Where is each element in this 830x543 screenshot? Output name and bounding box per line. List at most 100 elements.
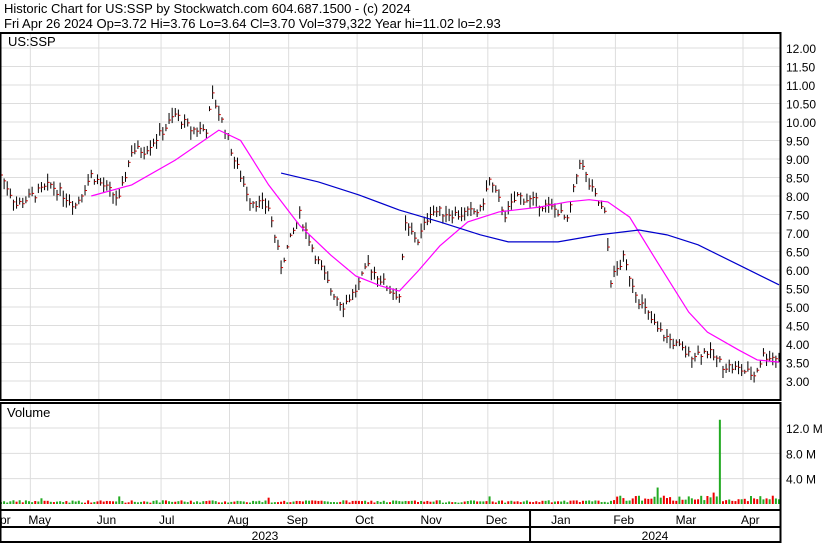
volume-bar (367, 502, 370, 504)
volume-bar (15, 501, 18, 504)
price-tick-label: 5.00 (786, 301, 810, 315)
volume-bar (208, 500, 211, 504)
volume-tick-label: 12.0 M (786, 422, 823, 436)
volume-bar (410, 500, 413, 504)
volume-bar (423, 501, 426, 504)
volume-bar (572, 500, 575, 504)
volume-bar (560, 501, 563, 504)
volume-tick-label: 8.0 M (786, 447, 816, 461)
volume-bar (236, 500, 239, 504)
volume-bar (292, 501, 295, 504)
volume-bar (99, 500, 102, 504)
volume-bar (553, 501, 556, 504)
volume-bar (547, 500, 550, 504)
price-tick-label: 11.00 (786, 79, 815, 93)
volume-bar (77, 500, 80, 504)
volume-bar (591, 501, 594, 504)
month-label: Jan (551, 513, 570, 527)
volume-bar (6, 502, 9, 504)
volume-bar (301, 501, 304, 504)
volume-bar (3, 501, 6, 504)
volume-bar (650, 498, 653, 504)
volume-bar (575, 500, 578, 504)
volume-bar (631, 498, 634, 504)
volume-bar (644, 498, 647, 504)
volume-bar (298, 501, 301, 504)
month-label: Nov (420, 513, 441, 527)
volume-bar (731, 500, 734, 504)
price-tick-label: 6.00 (786, 264, 810, 278)
volume-bar (637, 495, 640, 504)
volume-bar (385, 502, 388, 504)
volume-bar (482, 501, 485, 504)
volume-bar (659, 497, 662, 504)
volume-bar (684, 499, 687, 504)
volume-bar (68, 502, 71, 504)
volume-bar (441, 502, 444, 504)
volume-bar (102, 501, 105, 504)
volume-bar (774, 498, 777, 504)
volume-bar (581, 500, 584, 504)
volume-bar (227, 502, 230, 504)
volume-bar (709, 497, 712, 504)
volume-bar (466, 501, 469, 504)
volume-panel-frame (0, 402, 782, 511)
volume-bar (168, 501, 171, 504)
volume-bar (420, 500, 423, 504)
volume-bar (87, 500, 90, 504)
volume-bar (703, 500, 706, 504)
volume-bar (603, 501, 606, 504)
volume-bar (174, 501, 177, 504)
volume-bar (326, 501, 329, 504)
volume-bar (90, 502, 93, 504)
volume-bar (578, 502, 581, 504)
volume-bar (264, 500, 267, 504)
volume-bar (357, 500, 360, 504)
volume-bar (678, 496, 681, 504)
volume-bar (40, 498, 43, 504)
volume-bar (675, 500, 678, 504)
volume-bar (177, 501, 180, 504)
volume-bar (762, 499, 765, 504)
volume-bar (460, 502, 463, 504)
volume-bar (18, 500, 21, 504)
volume-bar (588, 500, 591, 504)
volume-bar (348, 502, 351, 504)
volume-bar (756, 499, 759, 504)
volume-bar (463, 501, 466, 504)
year-label: 2023 (252, 529, 279, 543)
volume-bar (609, 500, 612, 504)
volume-bar (112, 501, 115, 504)
volume-bar (121, 501, 124, 504)
volume-bar (721, 501, 724, 504)
volume-bar (404, 500, 407, 504)
volume-bar (392, 500, 395, 504)
volume-bar (488, 496, 491, 504)
volume-bar (476, 501, 479, 504)
volume-bar (628, 500, 631, 504)
ma-50-line (280, 172, 780, 286)
volume-bar (407, 501, 410, 504)
volume-bar (158, 502, 161, 504)
volume-bar (445, 502, 448, 504)
volume-bar (192, 502, 195, 504)
volume-bar (544, 500, 547, 504)
volume-bar (600, 502, 603, 504)
volume-bar (140, 501, 143, 504)
volume-bar (426, 500, 429, 504)
volume-bar (479, 501, 482, 504)
volume-bar (749, 496, 752, 504)
volume-bar (457, 502, 460, 504)
volume-bar (516, 501, 519, 504)
price-tick-label: 10.50 (786, 98, 816, 112)
month-label: Mar (676, 513, 697, 527)
price-tick-label: 4.00 (786, 338, 810, 352)
volume-bar (183, 501, 186, 504)
volume-bar (432, 501, 435, 504)
volume-bar (538, 502, 541, 504)
volume-bar (525, 500, 528, 504)
stock-chart: Historic Chart for US:SSP by Stockwatch.… (0, 0, 830, 543)
volume-bar (398, 501, 401, 504)
volume-bar (80, 502, 83, 504)
volume-bar (700, 495, 703, 504)
